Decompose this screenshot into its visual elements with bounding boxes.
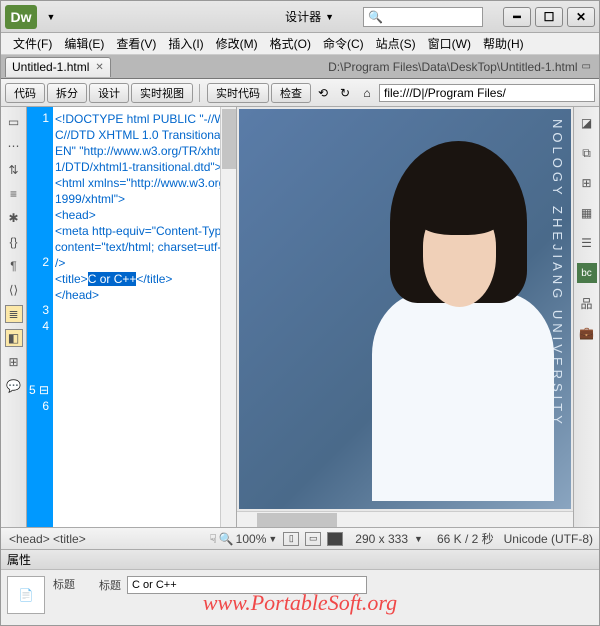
title-input[interactable]	[127, 576, 367, 594]
scroll-thumb[interactable]	[257, 513, 337, 527]
dimensions-label: 290 x 333	[355, 532, 408, 546]
magnify-icon[interactable]: 🔍	[219, 532, 234, 546]
tag-selector[interactable]: <head> <title>	[7, 532, 88, 546]
tool-icon[interactable]: ⟨⟩	[5, 281, 23, 299]
code-text[interactable]: <!DOCTYPE html PUBLIC "-//W3C//DTD XHTML…	[53, 107, 236, 527]
panel-icon[interactable]: 💼	[577, 323, 597, 343]
panel-icon[interactable]: ⊞	[577, 173, 597, 193]
search-input[interactable]: 🔍	[363, 7, 483, 27]
inspect-button[interactable]: 检查	[271, 83, 311, 103]
tool-icon[interactable]: ⇅	[5, 161, 23, 179]
tool-icon[interactable]: ⋯	[5, 137, 23, 155]
panel-icon[interactable]: bc	[577, 263, 597, 283]
tab-label: Untitled-1.html	[12, 60, 89, 74]
view-phone-icon[interactable]: ▯	[283, 532, 299, 546]
view-design-button[interactable]: 设计	[89, 83, 129, 103]
workspace-dropdown[interactable]: 设计器 ▼	[276, 5, 343, 28]
menu-window[interactable]: 窗口(W)	[422, 33, 477, 54]
document-tab-bar: Untitled-1.html ✕ D:\Program Files\Data\…	[1, 55, 599, 79]
menu-bar: 文件(F) 编辑(E) 查看(V) 插入(I) 修改(M) 格式(O) 命令(C…	[1, 33, 599, 55]
zoom-control[interactable]: ☟ 🔍 100% ▼	[209, 532, 277, 546]
path-toggle-icon[interactable]: ▭	[582, 61, 591, 72]
menu-modify[interactable]: 修改(M)	[210, 33, 264, 54]
props-field-label: 标题	[99, 577, 121, 593]
panel-icon[interactable]: ⧉	[577, 143, 597, 163]
maximize-button[interactable]: ☐	[535, 7, 563, 27]
code-toolbar: ▭ ⋯ ⇅ ≡ ✱ {} ¶ ⟨⟩ ≣ ◧ ⊞ 💬	[1, 107, 27, 527]
panel-icon[interactable]: ◪	[577, 113, 597, 133]
title-bar: Dw ▼ 设计器 ▼ 🔍 ━ ☐ ✕	[1, 1, 599, 33]
view-desktop-icon[interactable]	[327, 532, 343, 546]
menu-command[interactable]: 命令(C)	[317, 33, 370, 54]
chevron-down-icon: ▼	[325, 12, 334, 22]
tool-icon[interactable]: 💬	[5, 377, 23, 395]
main-area: ▭ ⋯ ⇅ ≡ ✱ {} ¶ ⟨⟩ ≣ ◧ ⊞ 💬 1 2 3 4 5 ⊟ 6	[1, 107, 599, 527]
tool-icon[interactable]: ◧	[5, 329, 23, 347]
menu-view[interactable]: 查看(V)	[110, 33, 162, 54]
menu-insert[interactable]: 插入(I)	[162, 33, 209, 54]
line-number: 1	[27, 111, 53, 127]
tool-icon[interactable]: ¶	[5, 257, 23, 275]
tool-icon[interactable]: ▭	[5, 113, 23, 131]
menu-help[interactable]: 帮助(H)	[477, 33, 530, 54]
view-live-button[interactable]: 实时视图	[131, 83, 193, 103]
properties-panel: 📄 标题 标题	[1, 569, 599, 625]
search-icon: 🔍	[368, 10, 383, 24]
document-toolbar: 代码 拆分 设计 实时视图 实时代码 检查 ⟲ ↻ ⌂ file:///D|/P…	[1, 79, 599, 107]
menu-site[interactable]: 站点(S)	[370, 33, 422, 54]
view-tablet-icon[interactable]: ▭	[305, 532, 321, 546]
status-bar: <head> <title> ☟ 🔍 100% ▼ ▯ ▭ 290 x 333 …	[1, 527, 599, 549]
scroll-thumb[interactable]	[222, 109, 236, 169]
nav-back-icon[interactable]: ⟲	[313, 84, 333, 102]
panel-icon[interactable]: ▦	[577, 203, 597, 223]
app-logo: Dw	[5, 5, 37, 29]
encoding-label: Unicode (UTF-8)	[504, 532, 593, 546]
hand-icon[interactable]: ☟	[209, 532, 216, 546]
code-editor[interactable]: 1 2 3 4 5 ⊟ 6 <!DOCTYPE html PUBLIC "-//…	[27, 107, 237, 527]
url-field[interactable]: file:///D|/Program Files/	[379, 84, 595, 102]
selected-text: C or C++	[88, 272, 137, 286]
live-code-button[interactable]: 实时代码	[207, 83, 269, 103]
tool-icon[interactable]: {}	[5, 233, 23, 251]
close-button[interactable]: ✕	[567, 7, 595, 27]
document-tab[interactable]: Untitled-1.html ✕	[5, 57, 111, 77]
props-tab-label: 标题	[53, 576, 75, 592]
tool-icon[interactable]: ✱	[5, 209, 23, 227]
minimize-button[interactable]: ━	[503, 7, 531, 27]
line-number: 2	[27, 255, 53, 271]
panel-icon[interactable]: 品	[577, 293, 597, 313]
tool-icon[interactable]: ⊞	[5, 353, 23, 371]
menu-format[interactable]: 格式(O)	[264, 33, 317, 54]
menu-file[interactable]: 文件(F)	[7, 33, 58, 54]
logo-dropdown-icon[interactable]: ▼	[41, 7, 61, 27]
line-gutter: 1 2 3 4 5 ⊟ 6	[27, 107, 53, 527]
tool-icon[interactable]: ≡	[5, 185, 23, 203]
view-code-button[interactable]: 代码	[5, 83, 45, 103]
preview-image: NOLOGY ZHEJIANG UNIVERSITY	[237, 107, 573, 511]
url-text: file:///D|/Program Files/	[384, 86, 506, 100]
tool-icon[interactable]: ≣	[5, 305, 23, 323]
line-number: 4	[27, 319, 53, 335]
panel-icon[interactable]: ☰	[577, 233, 597, 253]
horizontal-scrollbar[interactable]	[237, 511, 573, 527]
workspace-label: 设计器	[285, 8, 321, 25]
line-number: 3	[27, 303, 53, 319]
nav-home-icon[interactable]: ⌂	[357, 84, 377, 102]
menu-edit[interactable]: 编辑(E)	[58, 33, 110, 54]
properties-header[interactable]: 属性	[1, 549, 599, 569]
chevron-down-icon: ▼	[268, 534, 277, 544]
panel-dock: ◪ ⧉ ⊞ ▦ ☰ bc 品 💼	[573, 107, 599, 527]
line-number: 5 ⊟	[27, 383, 53, 399]
filesize-label: 66 K / 2 秒	[437, 530, 494, 547]
vertical-scrollbar[interactable]	[220, 107, 236, 527]
view-split-button[interactable]: 拆分	[47, 83, 87, 103]
props-category-icon[interactable]: 📄	[7, 576, 45, 614]
preview-pane: NOLOGY ZHEJIANG UNIVERSITY	[237, 107, 573, 527]
nav-refresh-icon[interactable]: ↻	[335, 84, 355, 102]
document-path: D:\Program Files\Data\DeskTop\Untitled-1…	[328, 60, 599, 74]
tab-close-icon[interactable]: ✕	[95, 62, 103, 73]
line-number: 6	[27, 399, 53, 415]
